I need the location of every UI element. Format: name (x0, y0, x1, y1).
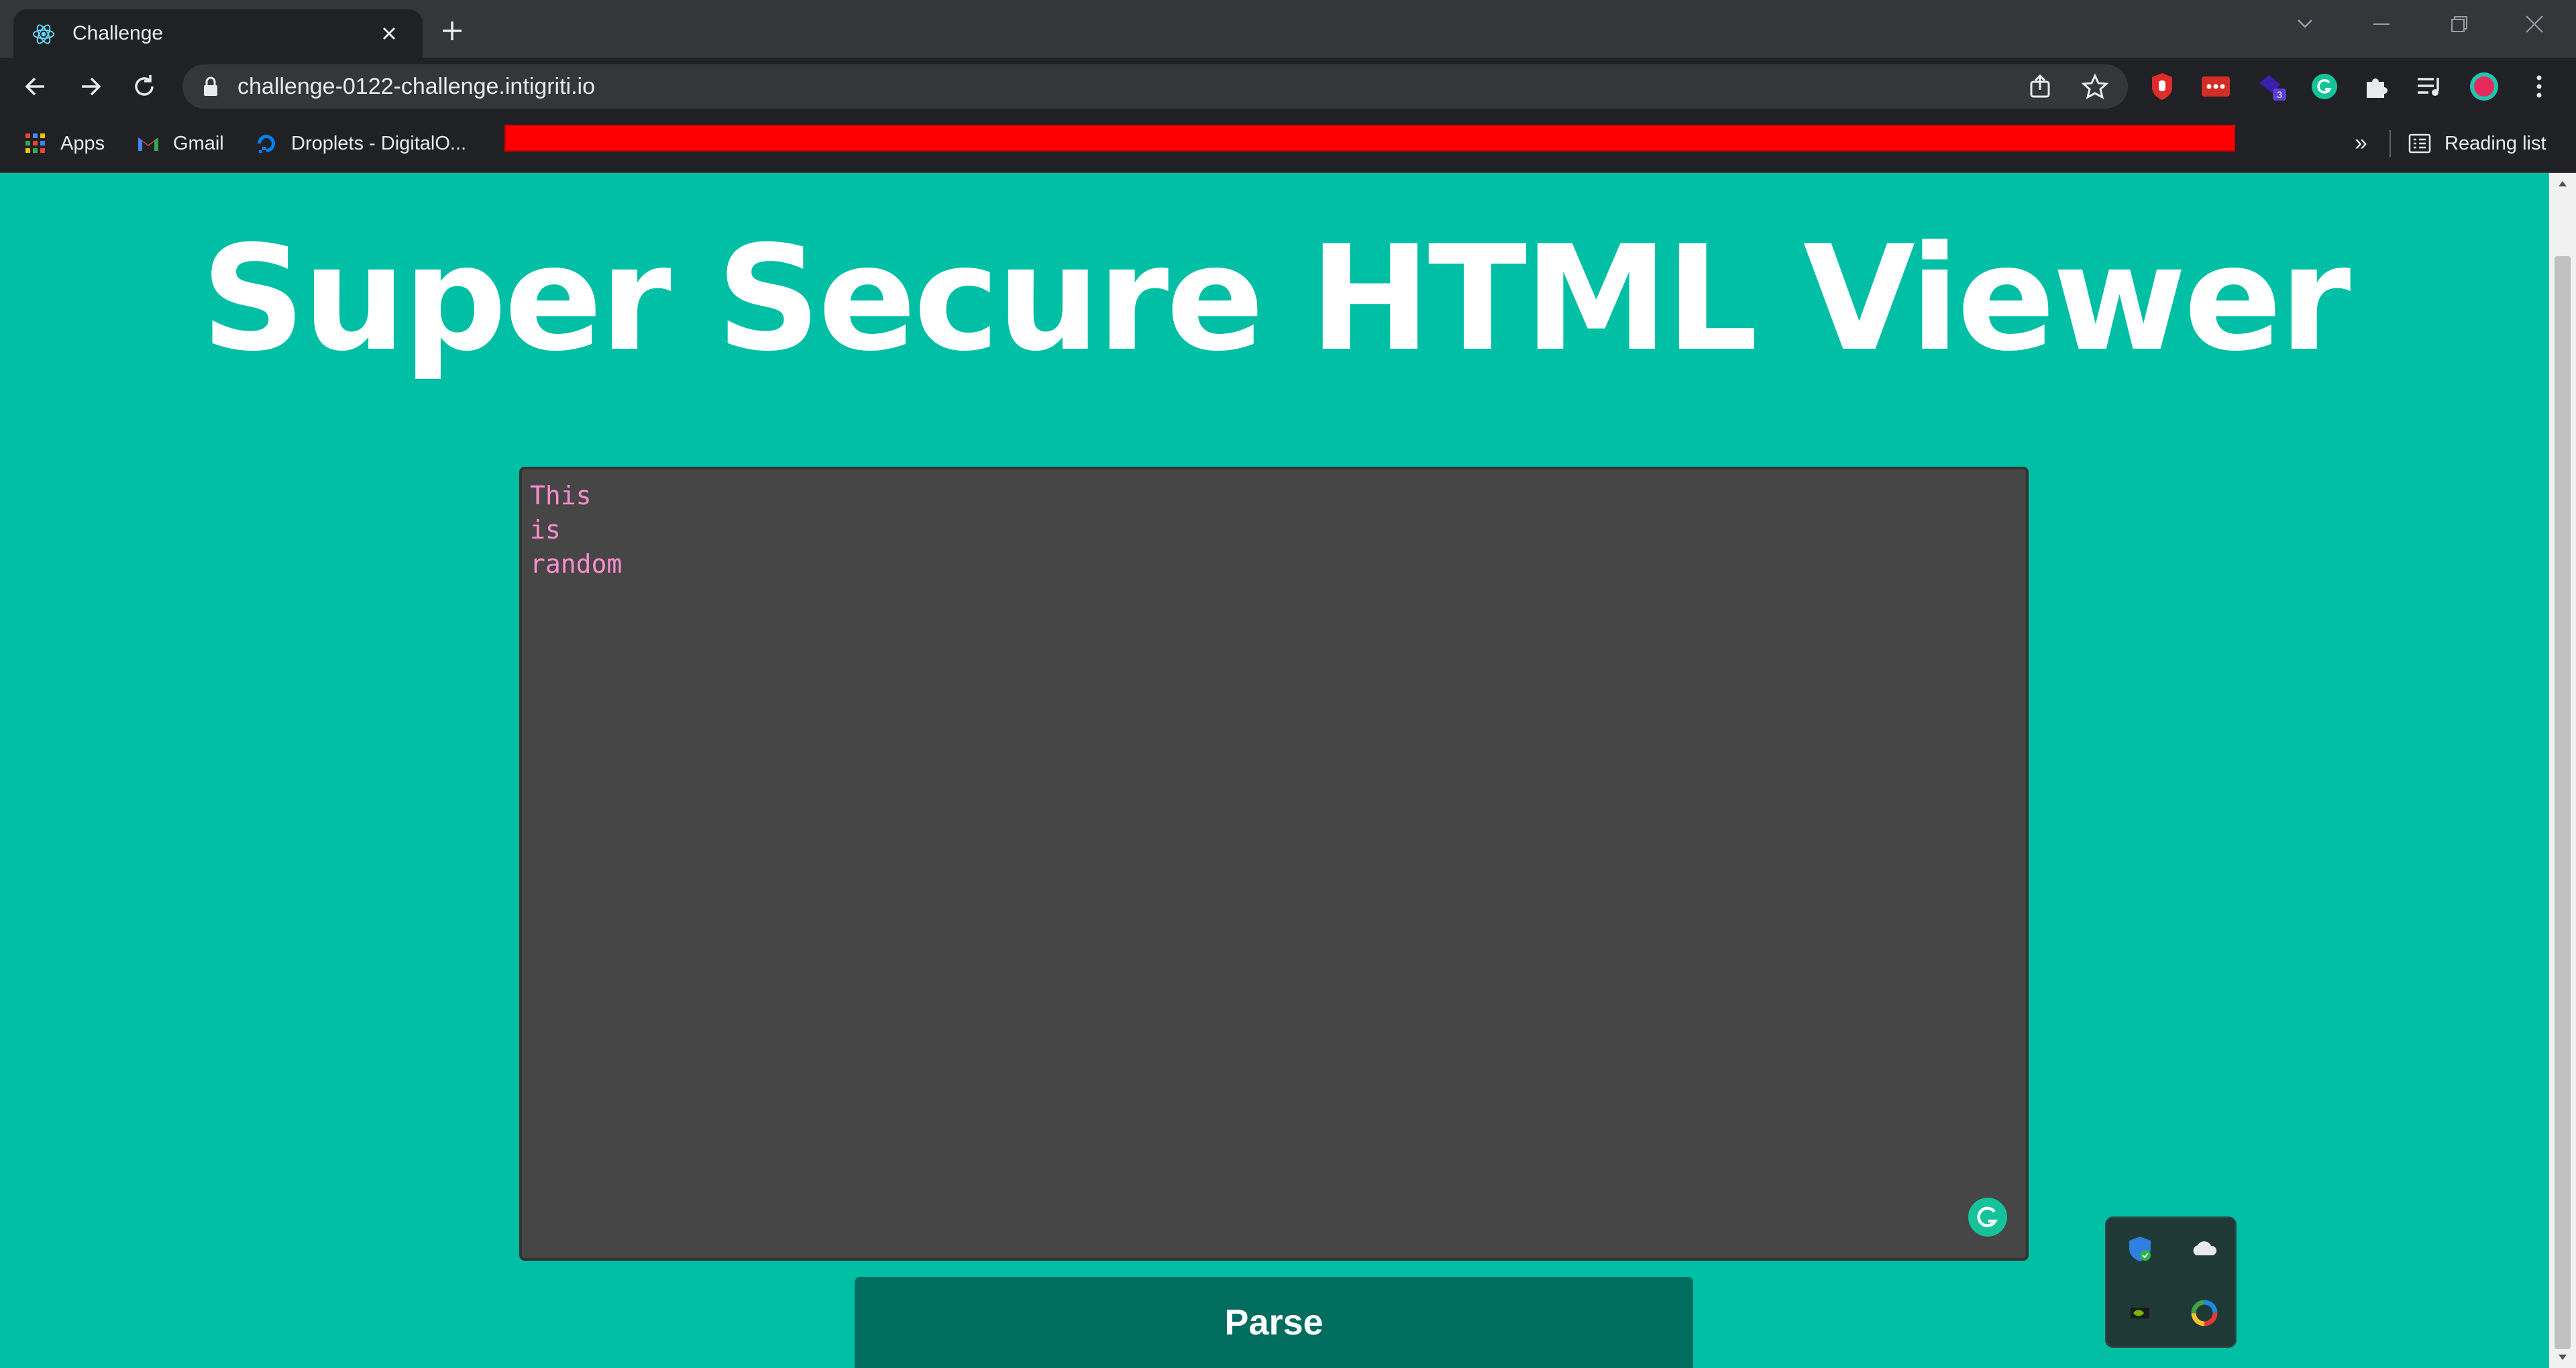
bookmark-label: Droplets - DigitalO... (291, 132, 467, 154)
page-content: Super Secure HTML Viewer This is random … (0, 173, 2549, 1368)
adblock-hand-icon[interactable] (2147, 71, 2178, 102)
extension-badge-count: 3 (2277, 89, 2282, 100)
close-window-icon[interactable] (2514, 9, 2555, 39)
reading-list-label: Reading list (2445, 132, 2546, 154)
menu-kebab-icon[interactable] (2524, 71, 2555, 102)
page-scrollbar[interactable] (2549, 173, 2576, 1368)
scroll-up-arrow-icon[interactable] (2556, 177, 2569, 190)
bookmarks-divider (2390, 130, 2391, 157)
reload-icon[interactable] (126, 68, 162, 105)
browser-toolbar: challenge-0122-challenge.intigriti.io 3 (0, 58, 2576, 115)
color-wheel-icon[interactable] (2190, 1298, 2219, 1328)
bookmark-label: Gmail (173, 132, 224, 154)
gmail-icon (138, 137, 158, 151)
bookmarks-bar: Apps Gmail Droplets - DigitalO... » Read… (0, 115, 2576, 173)
lastpass-icon[interactable] (2200, 71, 2231, 102)
scroll-down-arrow-icon[interactable] (2556, 1351, 2569, 1364)
grammarly-icon[interactable] (1967, 1196, 2008, 1238)
restore-icon[interactable] (2438, 9, 2478, 39)
reading-list-icon (2408, 133, 2431, 154)
html-input-textarea[interactable]: This is random (519, 467, 2029, 1261)
new-tab-icon[interactable] (436, 15, 468, 47)
bookmarks-overflow-button[interactable]: » (2355, 130, 2367, 156)
share-icon[interactable] (2026, 72, 2054, 101)
digitalocean-icon (258, 135, 275, 153)
scrollbar-thumb[interactable] (2555, 256, 2571, 1349)
close-tab-icon[interactable] (376, 20, 402, 47)
tab-challenge[interactable]: Challenge (13, 9, 423, 58)
apps-grid-icon (25, 133, 45, 153)
onedrive-cloud-icon[interactable] (2190, 1234, 2219, 1263)
extensions-puzzle-icon[interactable] (2361, 71, 2392, 102)
reading-list-button[interactable]: Reading list (2407, 129, 2546, 158)
bookmark-gmail[interactable]: Gmail (136, 129, 224, 158)
url-text: challenge-0122-challenge.intigriti.io (237, 74, 596, 99)
bookmark-label: Apps (60, 132, 105, 154)
page-title: Super Secure HTML Viewer (201, 215, 2351, 383)
redacted-bookmarks-bar (504, 125, 2235, 152)
system-tray-flyout (2105, 1216, 2237, 1348)
tab-search-icon[interactable] (2285, 9, 2325, 39)
tab-title: Challenge (72, 22, 164, 44)
bookmark-star-icon[interactable] (2081, 72, 2109, 101)
react-icon (32, 24, 55, 44)
editor-text: This is random (530, 481, 623, 579)
lock-icon[interactable] (201, 76, 220, 97)
windows-security-icon[interactable] (2125, 1234, 2155, 1263)
parse-button[interactable]: Parse (855, 1277, 1693, 1368)
address-bar[interactable]: challenge-0122-challenge.intigriti.io (182, 64, 2128, 109)
nvidia-icon[interactable] (2125, 1298, 2155, 1328)
tab-strip: Challenge (0, 0, 2576, 58)
bookmark-droplets[interactable]: Droplets - DigitalO... (254, 129, 466, 158)
media-control-icon[interactable] (2414, 71, 2445, 102)
bookmark-apps[interactable]: Apps (23, 129, 105, 158)
profile-avatar-icon[interactable] (2469, 71, 2500, 102)
minimize-icon[interactable] (2361, 9, 2402, 39)
grammarly-icon[interactable] (2309, 71, 2340, 102)
extension-badge-icon[interactable]: 3 (2257, 71, 2288, 102)
back-icon[interactable] (17, 68, 54, 105)
forward-icon[interactable] (72, 68, 109, 105)
